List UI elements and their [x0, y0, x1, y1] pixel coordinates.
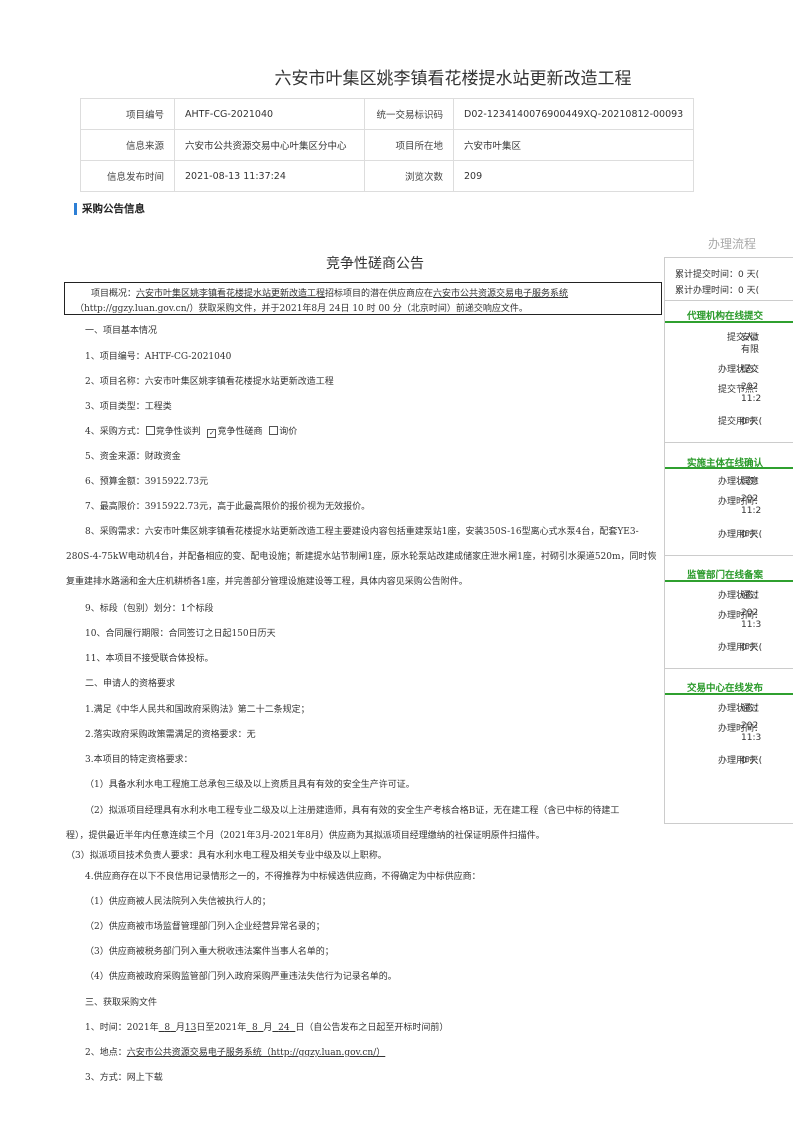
overview-text: 招标项目的潜在供应商应在	[325, 289, 434, 299]
method-option: 竞争性谈判	[155, 427, 201, 437]
acquire-time-line: 1、时间：2021年 8 月13日至2021年 8 月 24 日（自公告发布之日…	[85, 1020, 448, 1033]
time-value: 8	[246, 1023, 263, 1033]
item-line: 8、采购需求：六安市叶集区姚李镇看花楼提水站更新改造工程主要建设内容包括重建泵站…	[85, 527, 639, 537]
place-label: 2、地点：	[85, 1048, 127, 1058]
item-line: 2、项目名称：六安市叶集区姚李镇看花楼提水站更新改造工程	[85, 377, 334, 387]
item-line: （1）具备水利水电工程施工总承包三级及以上资质且具有有效的安全生产许可证。	[85, 780, 415, 790]
item-line: （3）拟派项目技术负责人要求：具有水利水电工程及相关专业中级及以上职称。	[66, 851, 387, 861]
overview-line-2: （http://ggzy.luan.gov.cn/）获取采购文件，并于2021年…	[75, 304, 528, 314]
item-line: 2.落实政府采购政策需满足的资格要求：无	[85, 730, 256, 740]
time-month: 8	[164, 1023, 171, 1033]
overview-project-name: 六安市叶集区姚李镇看花楼提水站更新改造工程	[136, 289, 326, 299]
item-line: （2）供应商被市场监督管理部门列入企业经营异常名录的；	[85, 922, 325, 932]
item-line: 5、资金来源：财政资金	[85, 452, 181, 462]
item-line: 1.满足《中华人民共和国政府采购法》第二十二条规定；	[85, 705, 310, 715]
place-link[interactable]: 六安市公共资源交易电子服务系统（http://ggzy.luan.gov.cn/…	[127, 1048, 386, 1058]
announcement-heading: 竞争性磋商公告	[326, 256, 424, 272]
checkbox-checked-icon: ✓	[207, 429, 217, 438]
method-option: 竞争性磋商	[217, 427, 263, 437]
item-line: 6、预算金额：3915922.73元	[85, 477, 209, 487]
time-value: 8	[159, 1023, 176, 1033]
method-label: 4、采购方式：	[85, 427, 145, 437]
checkbox-unchecked-icon	[145, 426, 155, 435]
overview-line-1: 项目概况：六安市叶集区姚李镇看花楼提水站更新改造工程招标项目的潜在供应商应在六安…	[91, 286, 568, 299]
time-text: 1、时间：2021年	[85, 1023, 159, 1033]
section-heading: 三、获取采购文件	[85, 998, 158, 1008]
item-line: 3.本项目的特定资格要求：	[85, 755, 193, 765]
time-text: 日（自公告发布之日起至开标时间前）	[295, 1023, 449, 1033]
time-value: 24	[272, 1023, 295, 1033]
item-line: （3）供应商被税务部门列入重大税收违法案件当事人名单的；	[85, 947, 334, 957]
item-line: 3、项目类型：工程类	[85, 402, 172, 412]
item-line: 280S-4-75kW电动机4台，并配备相应的变、配电设施；新建提水站节制闸1座…	[66, 552, 657, 562]
checkbox-unchecked-icon	[269, 426, 279, 435]
item-line: 4.供应商存在以下不良信用记录情形之一的，不得推荐为中标候选供应商，不得确定为中…	[85, 872, 481, 882]
item-line: 3、方式：网上下载	[85, 1073, 163, 1083]
time-text: 日至2021年	[196, 1023, 247, 1033]
method-option: 询价	[279, 427, 298, 437]
item-line: 程），提供最近半年内任意连续三个月（2021年3月-2021年8月）供应商为其拟…	[66, 831, 545, 841]
item-line: 复重建排水路涵和金大庄机耕桥各1座，并完善部分管理设施建设等工程，具体内容见采购…	[66, 577, 468, 587]
item-line: （1）供应商被人民法院列入失信被执行人的；	[85, 897, 271, 907]
time-day: 24	[278, 1023, 290, 1033]
item-line: 7、最高限价：3915922.73元，高于此最高限价的报价视为无效报价。	[85, 502, 371, 512]
acquire-place-line: 2、地点：六安市公共资源交易电子服务系统（http://ggzy.luan.go…	[85, 1045, 385, 1058]
time-text: 月	[175, 1023, 185, 1033]
overview-label: 项目概况：	[91, 289, 137, 299]
item-line: 1、项目编号：AHTF-CG-2021040	[85, 352, 232, 362]
item-line: 9、标段（包别）划分：1个标段	[85, 604, 214, 614]
project-overview-box: 项目概况：六安市叶集区姚李镇看花楼提水站更新改造工程招标项目的潜在供应商应在六安…	[64, 282, 662, 315]
item-line: 11、本项目不接受联合体投标。	[85, 654, 214, 664]
procurement-method-line: 4、采购方式： 竞争性谈判 ✓ 竞争性磋商 询价	[85, 424, 297, 438]
time-value: 13	[185, 1023, 196, 1033]
announcement-body: 竞争性磋商公告 项目概况：六安市叶集区姚李镇看花楼提水站更新改造工程招标项目的潜…	[0, 0, 793, 1122]
item-line: （2）拟派项目经理具有水利水电工程专业二级及以上注册建造师，具有有效的安全生产考…	[85, 806, 620, 816]
time-day: 13	[184, 1023, 197, 1033]
time-month: 8	[251, 1023, 258, 1033]
item-line: 10、合同履行期限：合同签订之日起150日历天	[85, 629, 276, 639]
overview-system-link[interactable]: 六安市公共资源交易电子服务系统	[433, 289, 568, 299]
section-heading: 一、项目基本情况	[85, 326, 158, 336]
section-heading: 二、申请人的资格要求	[85, 679, 176, 689]
item-line: （4）供应商被政府采购监管部门列入政府采购严重违法失信行为记录名单的。	[85, 972, 397, 982]
